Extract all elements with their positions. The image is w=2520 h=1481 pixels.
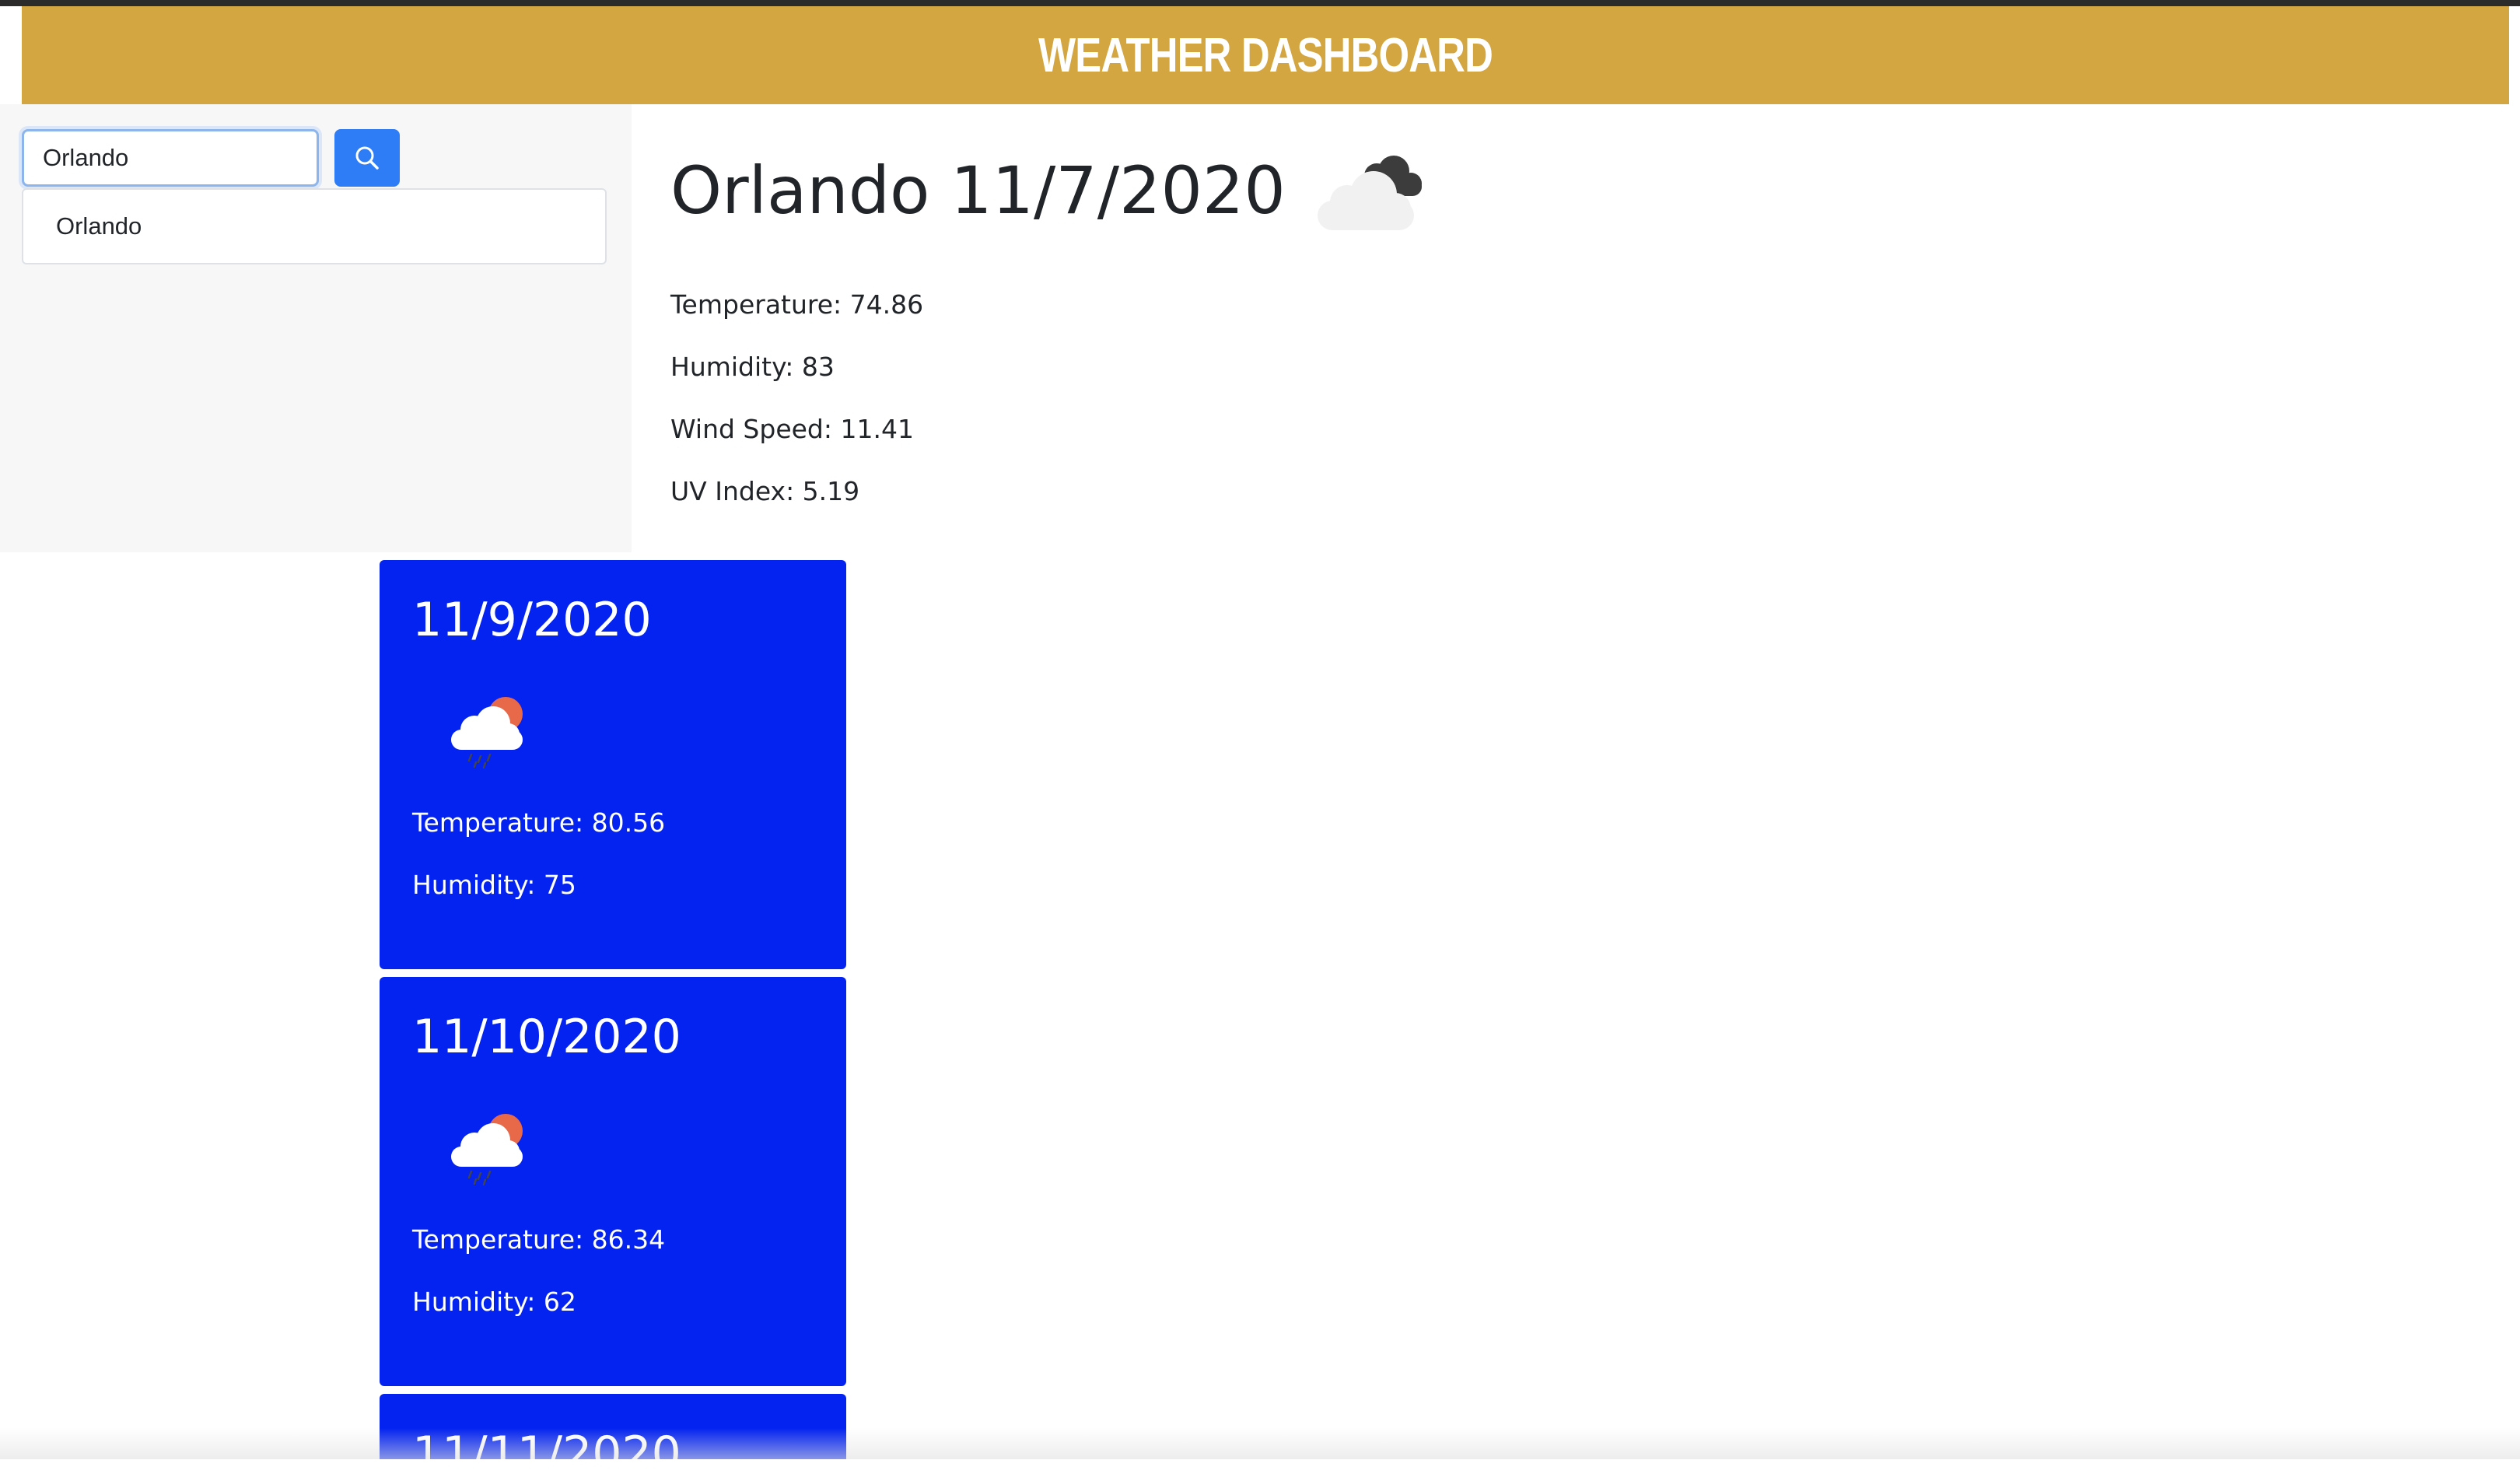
- city-search-input[interactable]: [22, 129, 319, 187]
- forecast-date: 11/10/2020: [412, 1010, 681, 1064]
- search-icon: [355, 146, 379, 170]
- bottom-shadow: [0, 1428, 2520, 1459]
- history-item-orlando[interactable]: Orlando: [22, 188, 607, 264]
- forecast-temperature: Temperature: 80.56: [412, 807, 666, 838]
- forecast-humidity: Humidity: 62: [412, 1287, 576, 1317]
- cloudy-icon: [1318, 156, 1422, 230]
- search-button[interactable]: [334, 129, 400, 187]
- forecast-card: 11/11/2020: [380, 1394, 846, 1481]
- current-city-title: Orlando 11/7/2020: [670, 152, 1286, 229]
- forecast-date: 11/11/2020: [412, 1427, 681, 1481]
- rain-sun-icon: [451, 697, 523, 769]
- history-item-label: Orlando: [56, 212, 142, 240]
- forecast-humidity: Humidity: 75: [412, 870, 576, 900]
- forecast-card: 11/9/2020 Temperature: 80.56 Humidity: 7…: [380, 560, 846, 969]
- top-edge-bar: [0, 0, 2520, 6]
- forecast-card: 11/10/2020 Temperature: 86.34 Humidity: …: [380, 977, 846, 1386]
- app-header: WEATHER DASHBOARD: [22, 6, 2509, 104]
- rain-sun-icon: [451, 1114, 523, 1185]
- forecast-date: 11/9/2020: [412, 593, 652, 647]
- current-humidity: Humidity: 83: [670, 352, 835, 382]
- current-wind-speed: Wind Speed: 11.41: [670, 414, 914, 444]
- current-temperature: Temperature: 74.86: [670, 289, 924, 320]
- current-uv-index: UV Index: 5.19: [670, 476, 860, 506]
- forecast-temperature: Temperature: 86.34: [412, 1224, 666, 1255]
- app-title: WEATHER DASHBOARD: [1038, 28, 1493, 82]
